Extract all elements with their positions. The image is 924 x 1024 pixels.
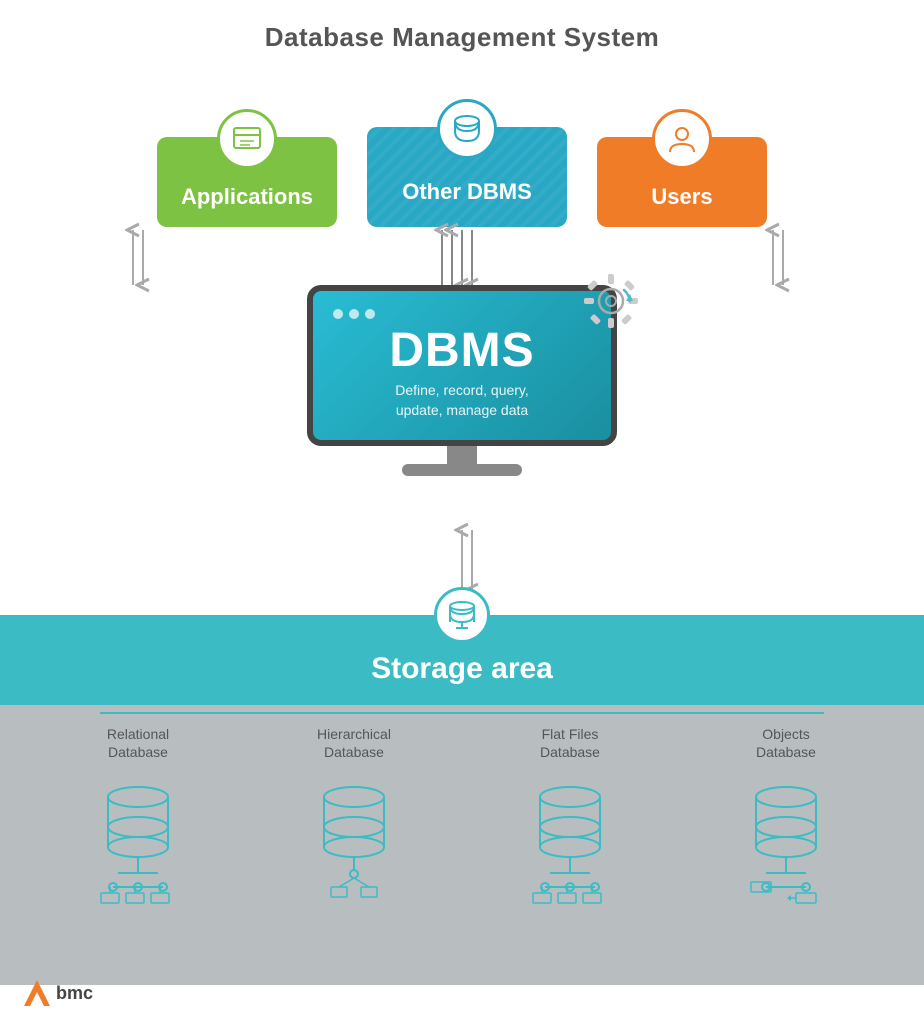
- other-dbms-icon: [437, 99, 497, 159]
- dot2: [349, 309, 359, 319]
- db-label-relational: RelationalDatabase: [107, 725, 169, 761]
- lower-section: Storage area RelationalDatabase: [0, 615, 924, 964]
- db-item-flatfiles: Flat FilesDatabase: [480, 725, 660, 905]
- monitor-wrapper: DBMS Define, record, query,update, manag…: [307, 285, 617, 476]
- dbms-title: DBMS: [333, 327, 591, 375]
- applications-box: Applications: [157, 137, 337, 227]
- db-icon-relational: [93, 775, 183, 905]
- gear-icon: [580, 270, 642, 337]
- db-label-flatfiles: Flat FilesDatabase: [540, 725, 600, 761]
- bmc-icon: [24, 980, 50, 1006]
- bmc-logo: bmc: [24, 980, 93, 1006]
- db-icon-objects: [741, 775, 831, 905]
- monitor-base: [402, 464, 522, 476]
- db-label-objects: ObjectsDatabase: [756, 725, 816, 761]
- other-dbms-box: Other DBMS: [367, 127, 567, 227]
- dot1: [333, 309, 343, 319]
- db-item-relational: RelationalDatabase: [48, 725, 228, 905]
- dot3: [365, 309, 375, 319]
- db-item-objects: ObjectsDatabase: [696, 725, 876, 905]
- db-icon-hierarchical: [309, 775, 399, 905]
- db-label-hierarchical: HierarchicalDatabase: [317, 725, 391, 761]
- databases-section: RelationalDatabase: [0, 705, 924, 985]
- storage-label: Storage area: [371, 652, 553, 686]
- monitor-neck: [447, 446, 477, 464]
- bmc-text: bmc: [56, 983, 93, 1004]
- monitor-screen: DBMS Define, record, query,update, manag…: [307, 285, 617, 446]
- monitor-section: DBMS Define, record, query,update, manag…: [0, 285, 924, 476]
- db-icon-flatfiles: [525, 775, 615, 905]
- users-icon: [652, 109, 712, 169]
- monitor-screen-inner: DBMS Define, record, query,update, manag…: [313, 291, 611, 440]
- storage-circle-icon: [434, 587, 490, 643]
- storage-band: Storage area: [0, 615, 924, 705]
- applications-icon: [217, 109, 277, 169]
- diagram-container: Database Management System Applications: [0, 0, 924, 1024]
- users-box: Users: [597, 137, 767, 227]
- db-item-hierarchical: HierarchicalDatabase: [264, 725, 444, 905]
- db-connection-line: [0, 703, 924, 723]
- monitor-stand: [307, 446, 617, 476]
- dbms-subtitle: Define, record, query,update, manage dat…: [333, 381, 591, 420]
- main-title: Database Management System: [265, 0, 659, 52]
- monitor-dots: [333, 309, 591, 319]
